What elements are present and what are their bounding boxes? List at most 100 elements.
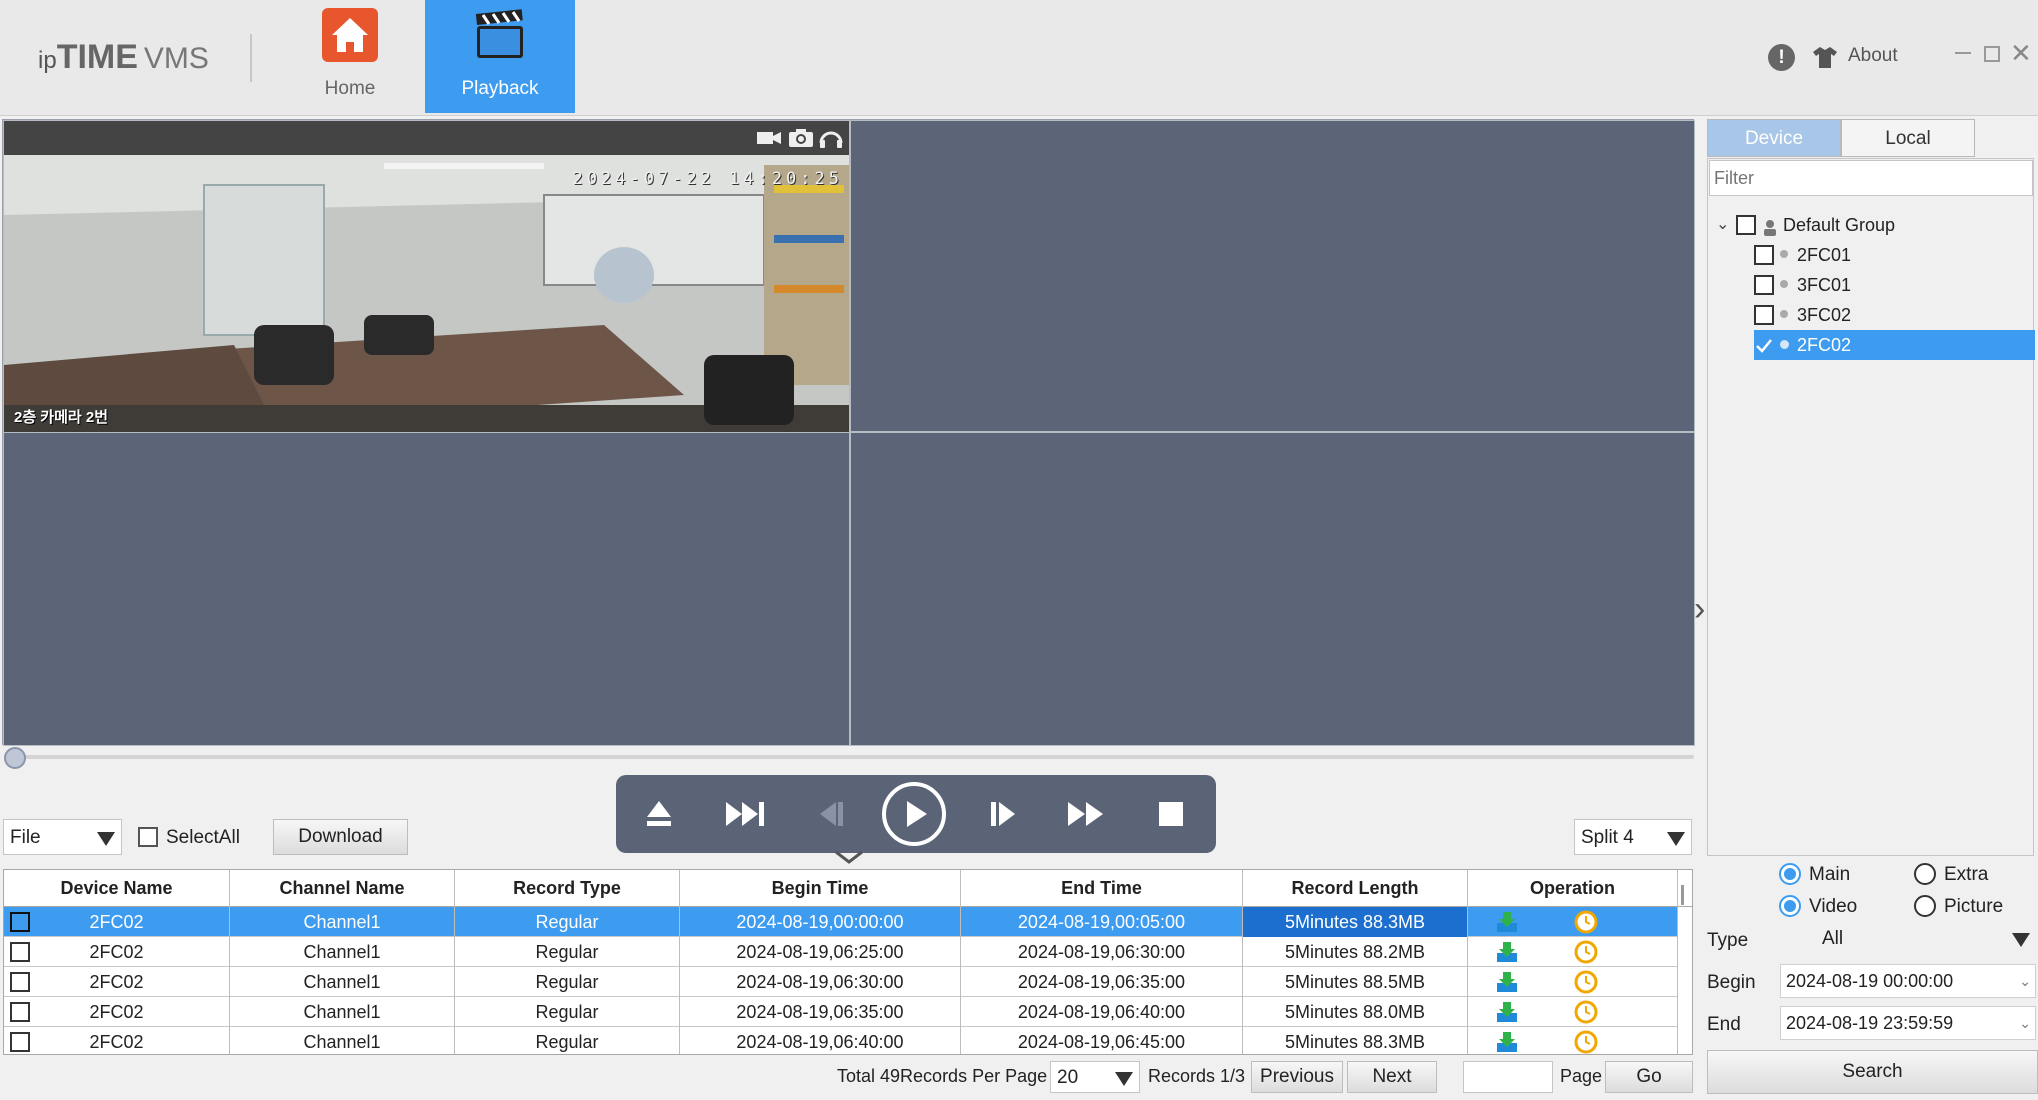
- table-row[interactable]: 2FC02 Channel1 Regular 2024-08-19,06:40:00 2…: [4, 1027, 1678, 1054]
- table-row[interactable]: 2FC02 Channel1 Regular 2024-08-19,06:25:00 2…: [4, 937, 1678, 967]
- cell-length: 5Minutes 88.2MB: [1243, 937, 1468, 967]
- clock-icon[interactable]: [1574, 1030, 1598, 1054]
- tab-device[interactable]: Device: [1707, 119, 1841, 157]
- previous-button[interactable]: Previous: [1251, 1061, 1343, 1093]
- top-bar: ipTIME VMS Home Playback ! About ✕: [0, 0, 2038, 116]
- download-record-icon[interactable]: [1496, 1031, 1518, 1053]
- shirt-icon[interactable]: [1812, 45, 1838, 69]
- cell-type: Regular: [455, 937, 680, 967]
- next-button[interactable]: Next: [1347, 1061, 1437, 1093]
- table-row[interactable]: 2FC02 Channel1 Regular 2024-08-19,06:30:00 2…: [4, 967, 1678, 997]
- nav-home-label: Home: [324, 78, 376, 99]
- chevron-down-icon[interactable]: ⌄: [2019, 965, 2031, 997]
- playback-timeline[interactable]: [8, 755, 1694, 759]
- stop-icon[interactable]: [1148, 791, 1194, 837]
- record-type-select[interactable]: All: [1780, 921, 2036, 957]
- table-row[interactable]: 2FC02 Channel1 Regular 2024-08-19,00:00:00 2…: [4, 907, 1678, 937]
- go-button[interactable]: Go: [1605, 1061, 1693, 1093]
- end-datetime-field[interactable]: 2024-08-19 23:59:59 ⌄: [1780, 1006, 2036, 1040]
- video-cell-2[interactable]: [850, 120, 1695, 432]
- video-cell-3[interactable]: [3, 432, 850, 746]
- column-header[interactable]: Operation: [1468, 870, 1678, 907]
- video-cell-1[interactable]: 2024-07-22 14:20:25 2층 카메라 2번: [3, 120, 850, 433]
- download-record-icon[interactable]: [1496, 971, 1518, 993]
- cell-length: 5Minutes 88.0MB: [1243, 997, 1468, 1027]
- group-checkbox[interactable]: [1736, 215, 1756, 235]
- page-number-input[interactable]: [1463, 1061, 1553, 1093]
- device-label: 2FC01: [1797, 245, 1852, 265]
- cell-operation: [1468, 967, 1678, 997]
- chevron-down-icon[interactable]: [834, 848, 864, 871]
- table-scrollbar[interactable]: [1681, 885, 1684, 905]
- begin-datetime-field[interactable]: 2024-08-19 00:00:00 ⌄: [1780, 964, 2036, 998]
- chevron-down-icon[interactable]: ⌄: [2019, 1007, 2031, 1039]
- device-checkbox[interactable]: [1754, 245, 1774, 265]
- device-label: 3FC01: [1797, 275, 1852, 295]
- per-page-select[interactable]: 20: [1050, 1061, 1140, 1093]
- audio-icon[interactable]: [818, 127, 844, 149]
- tree-group[interactable]: ⌄ Default Group: [1708, 210, 2028, 240]
- nav-playback-button[interactable]: Playback: [425, 0, 575, 113]
- table-row[interactable]: 2FC02 Channel1 Regular 2024-08-19,06:35:00 2…: [4, 997, 1678, 1027]
- select-all-checkbox[interactable]: [138, 827, 158, 847]
- tree-item-device[interactable]: 3FC02: [1754, 300, 2035, 330]
- video-cell-4[interactable]: [850, 432, 1695, 746]
- records-page-label: Records 1/3: [1148, 1066, 1246, 1086]
- column-header[interactable]: Record Length: [1243, 870, 1468, 907]
- file-type-select[interactable]: File: [3, 819, 122, 855]
- column-header[interactable]: Channel Name: [230, 870, 455, 907]
- minimize-button[interactable]: [1955, 52, 1971, 54]
- alert-icon[interactable]: !: [1768, 44, 1795, 71]
- chevron-right-icon[interactable]: ›: [1694, 590, 1705, 629]
- snapshot-icon[interactable]: [788, 127, 814, 149]
- timeline-handle[interactable]: [4, 747, 26, 769]
- camera-feed: 2024-07-22 14:20:25 2층 카메라 2번: [4, 155, 849, 433]
- tab-local[interactable]: Local: [1841, 119, 1975, 157]
- clock-icon[interactable]: [1574, 910, 1598, 934]
- fast-forward-icon[interactable]: [1064, 791, 1110, 837]
- play-icon[interactable]: [880, 780, 948, 848]
- records-table: Device Name Channel Name Record Type Beg…: [3, 869, 1693, 1055]
- device-checkbox[interactable]: [1754, 305, 1774, 325]
- column-header[interactable]: Begin Time: [680, 870, 961, 907]
- per-page-value: 20: [1057, 1067, 1079, 1088]
- column-header[interactable]: Device Name: [4, 870, 230, 907]
- cell-length: 5Minutes 88.3MB: [1243, 907, 1468, 937]
- close-button[interactable]: ✕: [2010, 40, 2032, 66]
- column-header[interactable]: End Time: [961, 870, 1243, 907]
- step-forward-icon[interactable]: [982, 791, 1028, 837]
- clock-icon[interactable]: [1574, 940, 1598, 964]
- stream-main-radio[interactable]: [1779, 863, 1801, 885]
- tree-item-device[interactable]: 3FC01: [1754, 270, 2035, 300]
- device-checkbox-checked[interactable]: [1754, 335, 1774, 355]
- total-records-label: Total 49Records Per Page: [837, 1066, 1048, 1086]
- eject-icon[interactable]: [636, 791, 682, 837]
- split-select[interactable]: Split 4: [1574, 819, 1692, 855]
- column-header[interactable]: Record Type: [455, 870, 680, 907]
- device-filter-input[interactable]: [1709, 160, 2033, 196]
- player-controls: [616, 775, 1216, 853]
- tree-item-device[interactable]: 2FC01: [1754, 240, 2035, 270]
- cell-length: 5Minutes 88.5MB: [1243, 967, 1468, 997]
- begin-label: Begin: [1707, 972, 1756, 993]
- chevron-down-icon[interactable]: ⌄: [1716, 210, 1729, 240]
- search-button[interactable]: Search: [1707, 1050, 2038, 1094]
- about-link[interactable]: About: [1848, 45, 1898, 67]
- clock-icon[interactable]: [1574, 1000, 1598, 1024]
- device-checkbox[interactable]: [1754, 275, 1774, 295]
- download-record-icon[interactable]: [1496, 941, 1518, 963]
- tree-item-device-selected[interactable]: 2FC02: [1754, 330, 2035, 360]
- cell-begin: 2024-08-19,06:40:00: [680, 1027, 961, 1054]
- stream-extra-radio[interactable]: [1914, 863, 1936, 885]
- media-video-radio[interactable]: [1779, 895, 1801, 917]
- next-frame-icon[interactable]: [722, 791, 768, 837]
- download-button[interactable]: Download: [273, 819, 408, 855]
- nav-home-button[interactable]: Home: [275, 0, 425, 113]
- download-record-icon[interactable]: [1496, 1001, 1518, 1023]
- maximize-button[interactable]: [1984, 46, 2000, 62]
- step-back-icon[interactable]: [806, 791, 852, 837]
- download-record-icon[interactable]: [1496, 911, 1518, 933]
- record-icon[interactable]: [756, 127, 782, 149]
- clock-icon[interactable]: [1574, 970, 1598, 994]
- media-picture-radio[interactable]: [1914, 895, 1936, 917]
